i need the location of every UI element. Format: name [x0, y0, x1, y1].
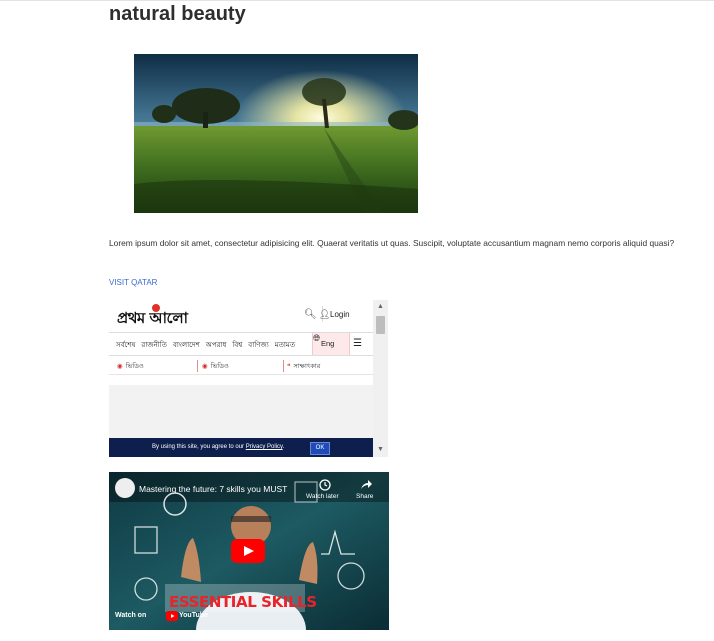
visit-qatar-link[interactable]: VISIT QATAR: [109, 278, 157, 287]
search-icon[interactable]: 🔍︎: [304, 309, 317, 320]
youtube-brand-label[interactable]: YouTube: [179, 612, 208, 619]
scroll-up-arrow-icon[interactable]: ▲: [373, 300, 388, 314]
logo-sun-icon: [152, 304, 160, 312]
youtube-embed[interactable]: Mastering the future: 7 skills you MUST …: [109, 472, 389, 630]
video-link[interactable]: ◉ ভিডিও: [202, 361, 229, 372]
news-embed-frame[interactable]: প্রথম আলো 🔍︎ 👤︎ Login সর্বশেষ রাজনীতি বাংল…: [109, 300, 388, 457]
cookie-ok-button[interactable]: OK: [310, 442, 330, 455]
clock-icon[interactable]: [319, 479, 331, 491]
scroll-thumb[interactable]: [376, 316, 385, 334]
user-icon[interactable]: 👤︎: [319, 309, 330, 320]
play-button-icon[interactable]: [231, 539, 265, 563]
news-video-row: ◉ ভিডিও ◉ ভিডিও ❝ সাক্ষাৎকার: [109, 358, 373, 375]
nav-item[interactable]: বিশ্ব: [232, 342, 242, 349]
video-link-label: ভিডিও: [125, 363, 144, 370]
hamburger-menu-icon[interactable]: ☰: [353, 338, 362, 349]
row-divider: [283, 360, 284, 372]
nav-item[interactable]: অপরাধ: [206, 342, 227, 349]
nav-item[interactable]: সর্বশেষ: [116, 342, 135, 349]
interview-link[interactable]: ❝ সাক্ষাৎকার: [287, 361, 320, 372]
nav-item[interactable]: রাজনীতি: [141, 342, 167, 349]
cookie-suffix: .: [282, 444, 285, 450]
video-dot-icon: ◉: [117, 363, 123, 370]
hero-image: [134, 54, 418, 213]
language-label: Eng: [321, 339, 335, 348]
watch-later-label[interactable]: Watch later: [306, 493, 339, 500]
thumbnail-banner-text: ESSENTIAL SKILLS: [169, 593, 317, 611]
news-page: প্রথম আলো 🔍︎ 👤︎ Login সর্বশেষ রাজনীতি বাংল…: [109, 300, 373, 457]
channel-avatar[interactable]: [115, 478, 135, 498]
video-title[interactable]: Mastering the future: 7 skills you MUST: [139, 484, 287, 494]
nav-item[interactable]: বাংলাদেশ: [173, 342, 200, 349]
cookie-prefix: By using this site, you agree to our: [152, 444, 246, 450]
nav-item[interactable]: মতামত: [275, 342, 295, 349]
scroll-down-arrow-icon[interactable]: ▼: [373, 443, 388, 457]
language-toggle[interactable]: 🌐︎ Eng: [312, 333, 350, 355]
login-link[interactable]: Login: [330, 310, 350, 319]
body-paragraph: Lorem ipsum dolor sit amet, consectetur …: [109, 238, 675, 248]
quote-icon: ❝: [287, 363, 291, 370]
watch-on-label[interactable]: Watch on: [115, 612, 146, 619]
nav-item[interactable]: বাণিজ্য: [248, 342, 268, 349]
top-divider: [0, 0, 714, 1]
interview-link-label: সাক্ষাৎকার: [293, 363, 321, 370]
privacy-policy-link[interactable]: Privacy Policy: [246, 444, 283, 450]
share-icon[interactable]: [360, 479, 372, 490]
news-nav-items: সর্বশেষ রাজনীতি বাংলাদেশ অপরাধ বিশ্ব বাণিজ্য ম…: [116, 339, 301, 351]
page-title: natural beauty: [109, 3, 246, 25]
video-link-label: ভিডিও: [210, 363, 229, 370]
video-dot-icon: ◉: [202, 363, 208, 370]
scrollbar[interactable]: ▲ ▼: [373, 300, 388, 457]
cookie-banner: By using this site, you agree to our Pri…: [109, 438, 373, 457]
globe-icon: 🌐︎: [313, 333, 321, 343]
ad-placeholder: [109, 385, 373, 438]
row-divider: [197, 360, 198, 372]
video-link[interactable]: ◉ ভিডিও: [117, 361, 144, 372]
cookie-text: By using this site, you agree to our Pri…: [152, 444, 284, 450]
news-nav-bar: সর্বশেষ রাজনীতি বাংলাদেশ অপরাধ বিশ্ব বাণিজ্য ম…: [109, 332, 373, 356]
share-label[interactable]: Share: [356, 493, 373, 500]
